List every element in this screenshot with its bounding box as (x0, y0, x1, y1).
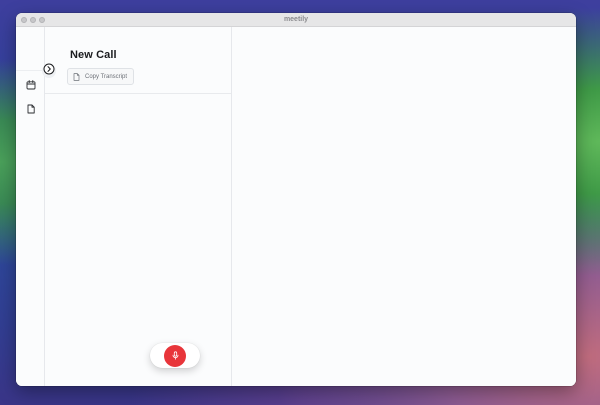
copy-transcript-button[interactable]: Copy Transcript (67, 68, 135, 85)
title-bar[interactable]: meetily (16, 13, 576, 27)
document-icon (73, 72, 80, 81)
icon-rail (16, 27, 45, 386)
page-title: New Call (70, 49, 117, 61)
microphone-icon (171, 347, 180, 365)
rail-divider (16, 70, 45, 71)
app-window: meetily New Call Copy Transcript (16, 13, 576, 386)
sidebar-divider (45, 93, 231, 94)
sidebar-panel: New Call Copy Transcript (45, 27, 232, 386)
window-title: meetily (283, 16, 309, 23)
record-button[interactable] (164, 344, 186, 367)
calendar-icon (26, 77, 36, 95)
sidebar-toggle-button[interactable] (42, 62, 56, 80)
record-control (150, 343, 200, 368)
copy-transcript-label: Copy Transcript (85, 73, 128, 80)
main-content-area (232, 27, 576, 386)
chevron-right-circle-icon (43, 62, 55, 80)
rail-item-notes[interactable] (24, 103, 38, 117)
document-icon (26, 101, 36, 119)
rail-item-calendar[interactable] (24, 79, 38, 93)
